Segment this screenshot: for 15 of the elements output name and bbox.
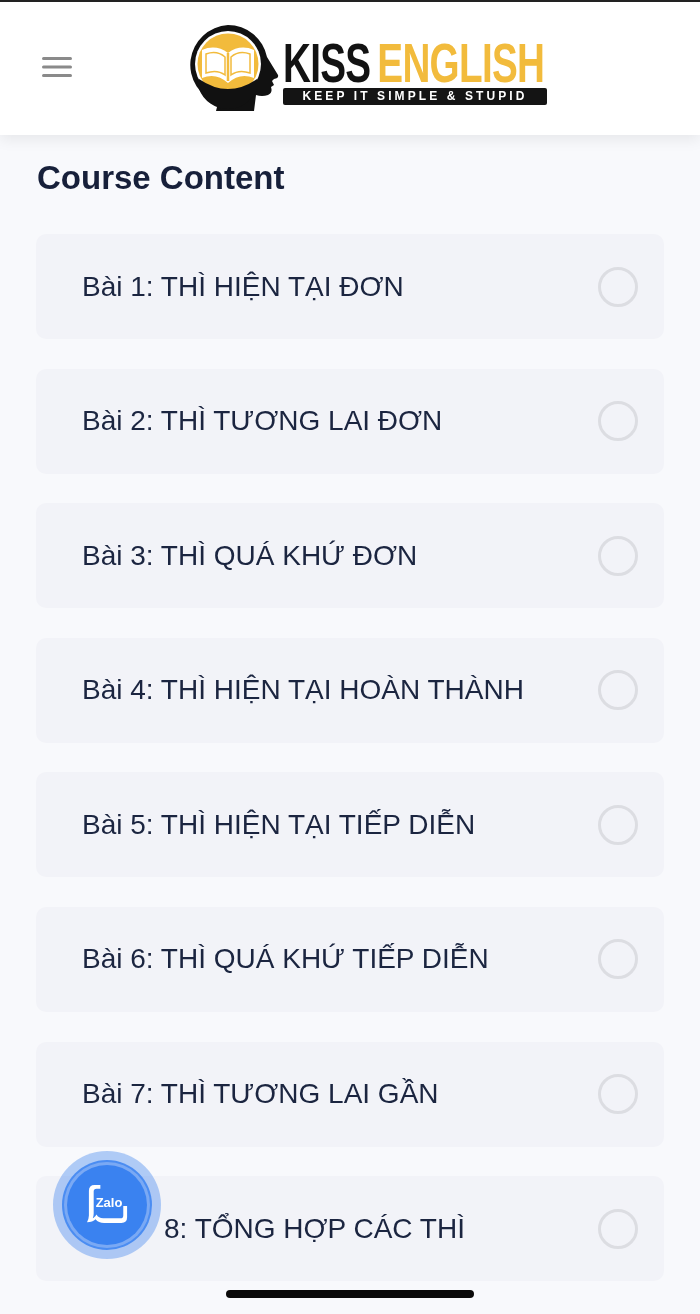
lesson-item[interactable]: Bài 3: THÌ QUÁ KHỨ ĐƠN xyxy=(36,503,664,609)
chat-bubble-icon xyxy=(87,1183,129,1225)
lesson-item[interactable]: Bài 2: THÌ TƯƠNG LAI ĐƠN xyxy=(36,368,664,474)
zalo-chat-button[interactable]: Zalo xyxy=(53,1151,161,1259)
lesson-item[interactable]: Bài 6: THÌ QUÁ KHỨ TIẾP DIỄN xyxy=(36,906,664,1012)
lesson-item[interactable]: Bài 7: THÌ TƯƠNG LAI GẦN xyxy=(36,1041,664,1147)
lesson-item[interactable]: Bài 4: THÌ HIỆN TẠI HOÀN THÀNH xyxy=(36,637,664,743)
section-title: Course Content xyxy=(37,158,286,198)
head-book-icon xyxy=(188,22,280,111)
logo-tagline: KEEP IT SIMPLE & STUPID xyxy=(283,87,547,105)
menu-icon[interactable] xyxy=(42,57,72,77)
lesson-item[interactable]: Bài 5: THÌ HIỆN TẠI TIẾP DIỄN xyxy=(36,772,664,878)
logo-text: KISS xyxy=(283,40,371,85)
logo-text: ENGLISH xyxy=(377,40,545,85)
lesson-item[interactable]: Bài 1: THÌ HIỆN TẠI ĐƠN xyxy=(36,234,664,339)
